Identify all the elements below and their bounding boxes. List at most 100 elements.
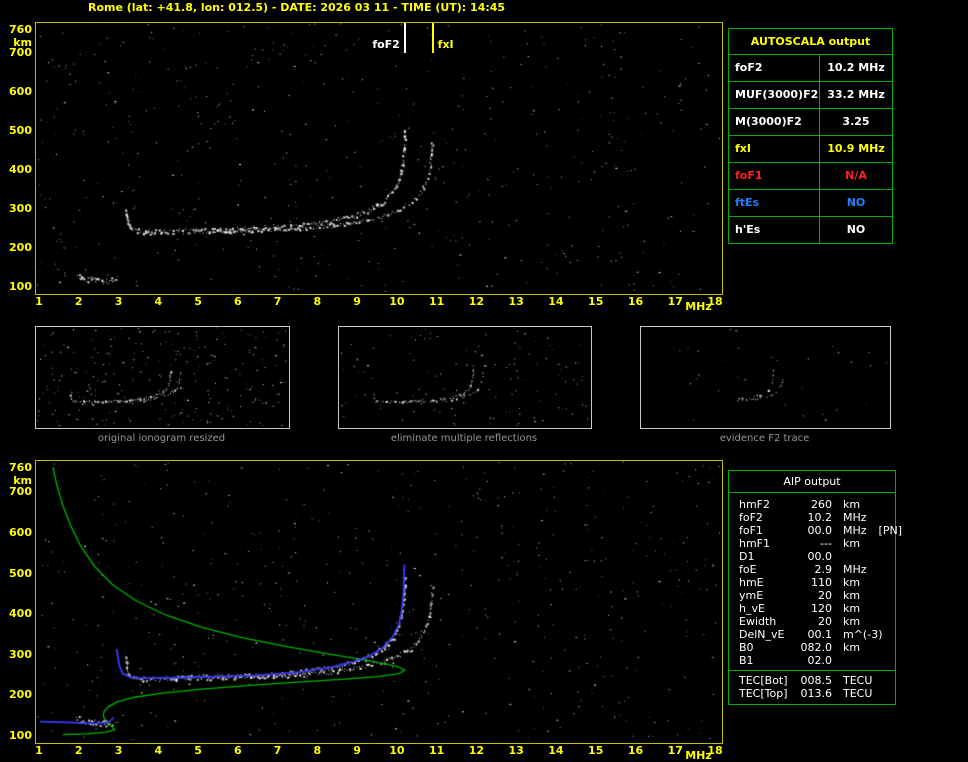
x-axis-tick-3: 3 [114, 744, 123, 757]
x-axis-tick-13: 13 [508, 744, 524, 757]
x-axis-unit-label: MHz [685, 300, 712, 313]
aip-separator [729, 670, 895, 671]
aip-row-h_vE: h_vE 120 km [739, 602, 895, 615]
autoscala-window: Rome (lat: +41.8, lon: 012.5) - DATE: 20… [0, 0, 968, 762]
autoscala-row-label: foF2 [729, 55, 820, 81]
x-axis-tick-2: 2 [74, 744, 83, 757]
thumbnail-original-ionogram [35, 326, 290, 429]
ionogram-plot-top: foF2 fxI [35, 22, 723, 295]
x-axis-tick-16: 16 [627, 744, 644, 757]
x-axis-tick-10: 10 [389, 744, 405, 757]
y-axis-tick-200: 200 [9, 688, 32, 702]
aip-row-label: foF1 [739, 524, 763, 537]
y-axis-tick-400: 400 [9, 607, 32, 621]
y-axis-tick-600: 600 [9, 85, 32, 99]
y-axis-tick-760: 760 [9, 23, 32, 36]
x-axis-tick-4: 4 [154, 744, 163, 757]
aip-row-unit: km [843, 537, 861, 550]
aip-row-value: 00.1 [807, 628, 833, 641]
foF2-marker-line [403, 23, 406, 53]
aip-row-unit: TECU [843, 687, 873, 700]
aip-row-unit: TECU [843, 674, 873, 687]
aip-row-unit: km [843, 576, 861, 589]
aip-row-foF1: foF1 00.0 MHz [PN] [739, 524, 902, 537]
ionogram-canvas-top [36, 23, 720, 292]
aip-output-table: AIP output hmF2 260 km foF2 10.2 MHz foF1 00.0 M… [728, 470, 902, 705]
autoscala-row-value: N/A [845, 169, 867, 182]
autoscala-row-value: 10.9 MHz [827, 142, 885, 155]
x-axis-tick-9: 9 [353, 295, 361, 308]
aip-row-unit: km [843, 589, 861, 602]
thumbnail-evidence-f2 [640, 326, 891, 429]
aip-row-unit: m^(-3) [843, 628, 883, 641]
aip-row-value: 008.5 [800, 674, 833, 687]
autoscala-table-title: AUTOSCALA output [750, 35, 871, 48]
aip-row-B0: B0 082.0 km [739, 641, 895, 654]
aip-row-label: B0 [739, 641, 754, 654]
aip-row-label: D1 [739, 550, 755, 563]
aip-row-hmF1: hmF1 --- km [739, 537, 895, 550]
autoscala-table-rows: foF2 10.2 MHz MUF(3000)F2 33.2 MHz M(3000)F2… [729, 54, 892, 243]
aip-row-label: h_vE [739, 602, 765, 615]
x-axis-tick-6: 6 [233, 744, 242, 757]
x-axis-tick-12: 12 [468, 744, 485, 757]
aip-row-unit: km [843, 615, 861, 628]
aip-row-label: hmF2 [739, 498, 771, 511]
aip-row-value: 02.0 [807, 654, 833, 667]
autoscala-row-label: ftEs [729, 190, 820, 216]
x-axis-tick-2: 2 [74, 295, 83, 308]
ionogram-canvas-bottom [36, 461, 720, 741]
x-axis-tick-9: 9 [353, 744, 361, 757]
aip-row-Ewidth: Ewidth 20 km [739, 615, 895, 628]
autoscala-row-h'Es: h'Es NO [729, 216, 892, 243]
aip-row-value: 00.0 [807, 550, 833, 563]
y-axis-tick-100: 100 [9, 729, 32, 742]
autoscala-row-ftEs: ftEs NO [729, 189, 892, 216]
aip-row-label: TEC[Bot] [739, 674, 788, 687]
x-axis-tick-11: 11 [428, 295, 445, 308]
x-axis-tick-3: 3 [114, 295, 123, 308]
aip-row-label: Ewidth [739, 615, 777, 628]
aip-row-value: 082.0 [800, 641, 833, 654]
fxI-marker-line [431, 23, 434, 53]
y-axis-tick-600: 600 [9, 525, 32, 539]
y-axis-tick-760: 760 [9, 461, 32, 474]
y-axis-tick-500: 500 [9, 124, 32, 138]
window-title: Rome (lat: +41.8, lon: 012.5) - DATE: 20… [88, 1, 506, 14]
aip-row-label: B1 [739, 654, 754, 667]
autoscala-row-foF1: foF1 N/A [729, 162, 892, 189]
aip-row-value: 110 [811, 576, 832, 589]
aip-row-value: 260 [811, 498, 832, 511]
aip-row-value: 00.0 [807, 524, 833, 537]
aip-row-TEC[Top]: TEC[Top] 013.6 TECU [739, 687, 895, 700]
aip-row-D1: D1 00.0 [739, 550, 895, 563]
autoscala-row-value: 33.2 MHz [827, 88, 885, 101]
x-axis-tick-17: 17 [667, 744, 683, 757]
x-axis-tick-13: 13 [508, 295, 524, 308]
thumbnail-canvas-eliminate [339, 327, 589, 426]
ionogram-plot-bottom [35, 460, 723, 744]
aip-row-value: --- [820, 537, 832, 550]
autoscala-output-table: AUTOSCALA output foF2 10.2 MHz MUF(3000)F2… [728, 28, 893, 244]
x-axis-tick-8: 8 [313, 744, 322, 757]
autoscala-row-label: h'Es [729, 217, 820, 243]
x-axis-tick-8: 8 [313, 295, 322, 308]
y-axis-tick-500: 500 [9, 566, 32, 580]
aip-row-value: 013.6 [800, 687, 833, 700]
aip-row-value: 120 [811, 602, 832, 615]
aip-row-label: foE [739, 563, 757, 576]
autoscala-row-MUF(3000)F2: MUF(3000)F2 33.2 MHz [729, 81, 892, 108]
thumbnail-caption-original: original ionogram resized [97, 433, 226, 444]
autoscala-row-value: NO [846, 196, 866, 209]
aip-row-label: DelN_vE [739, 628, 785, 641]
x-axis-tick-15: 15 [588, 744, 604, 757]
y-axis-tick-100: 100 [9, 280, 32, 293]
thumbnail-eliminate-reflections [338, 326, 592, 429]
aip-row-hmF2: hmF2 260 km [739, 498, 895, 511]
x-axis-tick-1: 1 [35, 295, 43, 308]
aip-row-label: hmF1 [739, 537, 771, 550]
aip-row-foF2: foF2 10.2 MHz [739, 511, 895, 524]
autoscala-row-M(3000)F2: M(3000)F2 3.25 [729, 108, 892, 135]
x-axis-tick-7: 7 [273, 744, 282, 757]
fxI-marker-label: fxI [437, 38, 454, 51]
